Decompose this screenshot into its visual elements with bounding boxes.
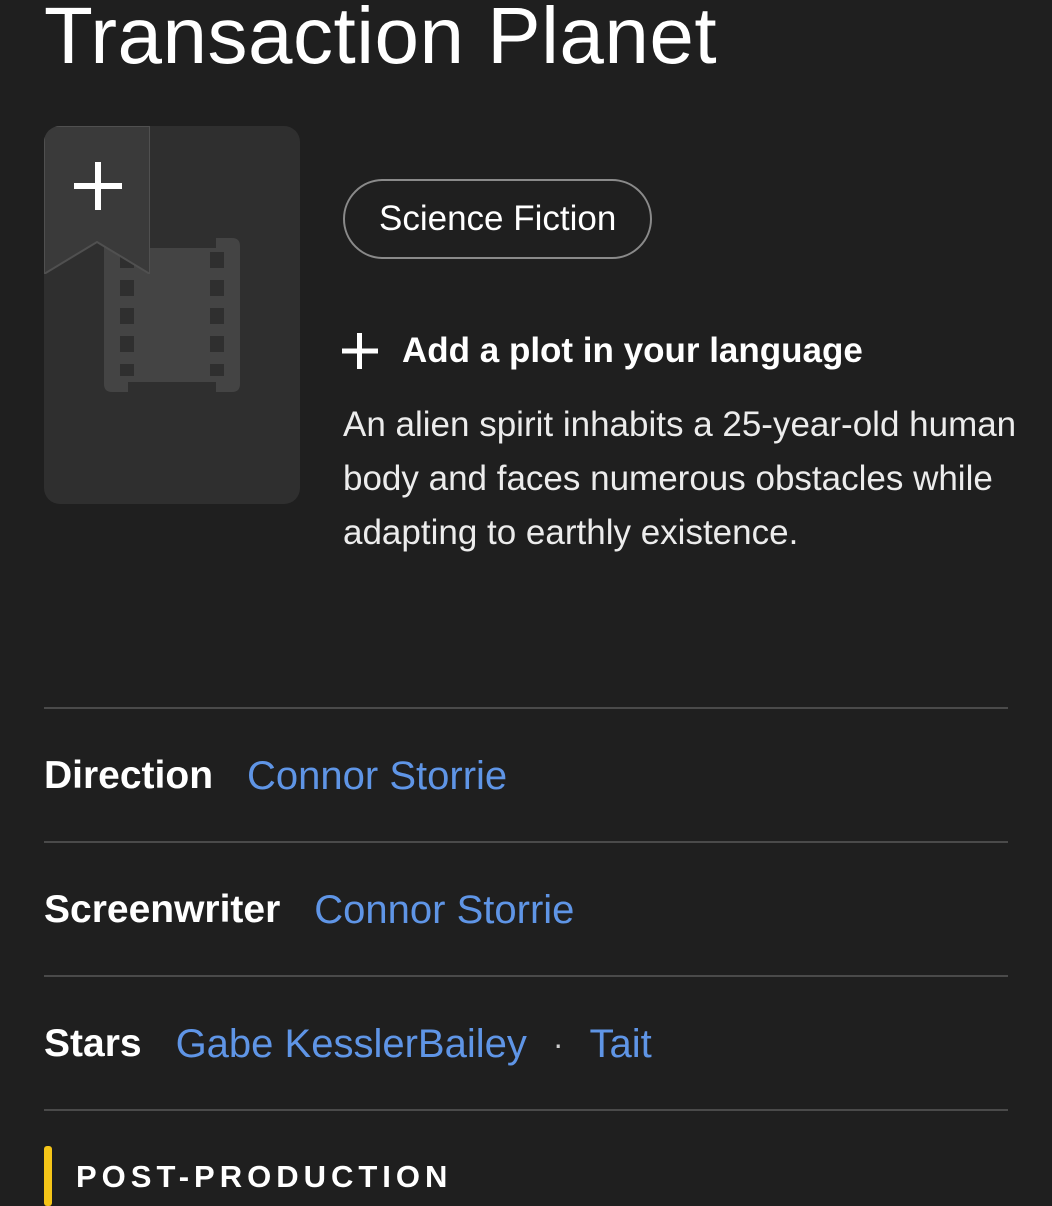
person-link[interactable]: Connor Storrie (247, 754, 507, 799)
credit-role: Stars (44, 1022, 142, 1065)
status-accent-bar (44, 1146, 52, 1206)
person-link[interactable]: Gabe KesslerBailey (176, 1022, 527, 1067)
divider (44, 841, 1008, 843)
separator-dot: · (552, 1025, 564, 1062)
status-label: POST-PRODUCTION (76, 1159, 453, 1194)
person-link[interactable]: Tait (590, 1022, 652, 1067)
page-title: Transaction Planet (44, 0, 718, 80)
plot-summary: An alien spirit inhabits a 25-year-old h… (343, 405, 1017, 552)
person-link[interactable]: Connor Storrie (314, 888, 574, 933)
add-plot-label: Add a plot in your language (402, 331, 863, 370)
credit-row-direction: Direction Connor Storrie (44, 746, 507, 806)
divider (44, 975, 1008, 977)
credit-role: Direction (44, 754, 214, 797)
genre-chip[interactable]: Science Fiction (343, 179, 653, 259)
watchlist-add-button[interactable] (44, 126, 150, 274)
credit-role: Screenwriter (44, 888, 281, 931)
credit-row-stars: Stars Gabe KesslerBailey · Tait (44, 1014, 652, 1074)
credit-row-screenwriter: Screenwriter Connor Storrie (44, 880, 574, 940)
production-status: POST-PRODUCTION (44, 1146, 452, 1206)
plus-icon (342, 333, 378, 369)
divider (44, 1109, 1008, 1111)
add-plot-button[interactable]: Add a plot in your language (340, 326, 863, 376)
poster-placeholder[interactable] (44, 126, 300, 504)
divider (44, 707, 1008, 709)
